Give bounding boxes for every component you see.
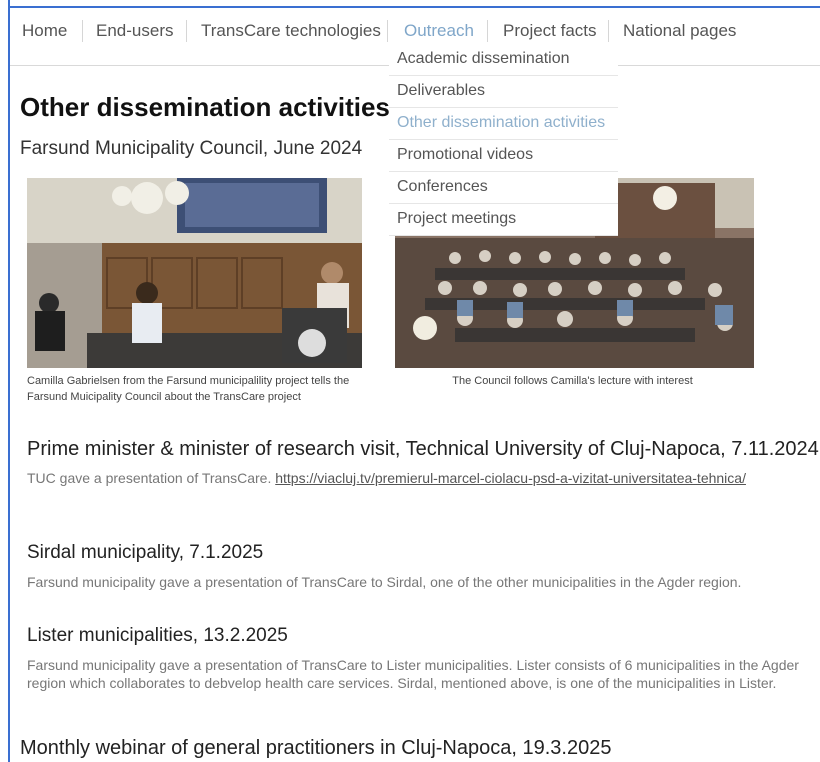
page-subtitle: Farsund Municipality Council, June 2024	[20, 138, 363, 159]
section-title: Sirdal municipality, 7.1.2025	[27, 542, 264, 563]
section-text: Farsund municipality gave a presentation…	[27, 657, 799, 691]
nav-separator	[82, 20, 83, 42]
nav-transcare-technologies[interactable]: TransCare technologies	[189, 21, 393, 41]
dropdown-item-conferences[interactable]: Conferences	[389, 172, 618, 204]
section-title: Prime minister & minister of research vi…	[27, 438, 819, 460]
nav-separator	[608, 20, 609, 42]
dropdown-item-other-dissemination-activities[interactable]: Other dissemination activities	[389, 108, 618, 140]
dropdown-item-academic-dissemination[interactable]: Academic dissemination	[389, 44, 618, 76]
nav-separator	[387, 20, 388, 42]
dropdown-item-deliverables[interactable]: Deliverables	[389, 76, 618, 108]
section-title: Lister municipalities, 13.2.2025	[27, 625, 288, 646]
outreach-dropdown-menu: Academic dissemination Deliverables Othe…	[389, 44, 618, 236]
section-title: Monthly webinar of general practitioners…	[20, 737, 612, 759]
nav-national-pages[interactable]: National pages	[611, 21, 748, 41]
nav-home[interactable]: Home	[10, 21, 79, 41]
left-photo-caption: Camilla Gabrielsen from the Farsund muni…	[27, 375, 350, 403]
nav-separator	[186, 20, 187, 42]
dropdown-item-project-meetings[interactable]: Project meetings	[389, 204, 618, 236]
nav-separator	[487, 20, 488, 42]
presenter-photo	[27, 178, 362, 368]
nav-outreach[interactable]: Outreach	[392, 21, 486, 41]
nav-end-users[interactable]: End-users	[84, 21, 185, 41]
dropdown-item-promotional-videos[interactable]: Promotional videos	[389, 140, 618, 172]
page-title: Other dissemination activities	[20, 92, 390, 122]
section-text: Farsund municipality gave a presentation…	[27, 574, 742, 590]
frame-left-border	[8, 0, 10, 762]
section-text-body: TUC gave a presentation of TransCare.	[27, 470, 272, 486]
nav-project-facts[interactable]: Project facts	[491, 21, 609, 41]
section-text: TUC gave a presentation of TransCare. ht…	[27, 469, 817, 487]
right-photo-caption: The Council follows Camilla's lecture wi…	[452, 375, 693, 387]
viacluj-link[interactable]: https://viacluj.tv/premierul-marcel-ciol…	[275, 470, 746, 486]
